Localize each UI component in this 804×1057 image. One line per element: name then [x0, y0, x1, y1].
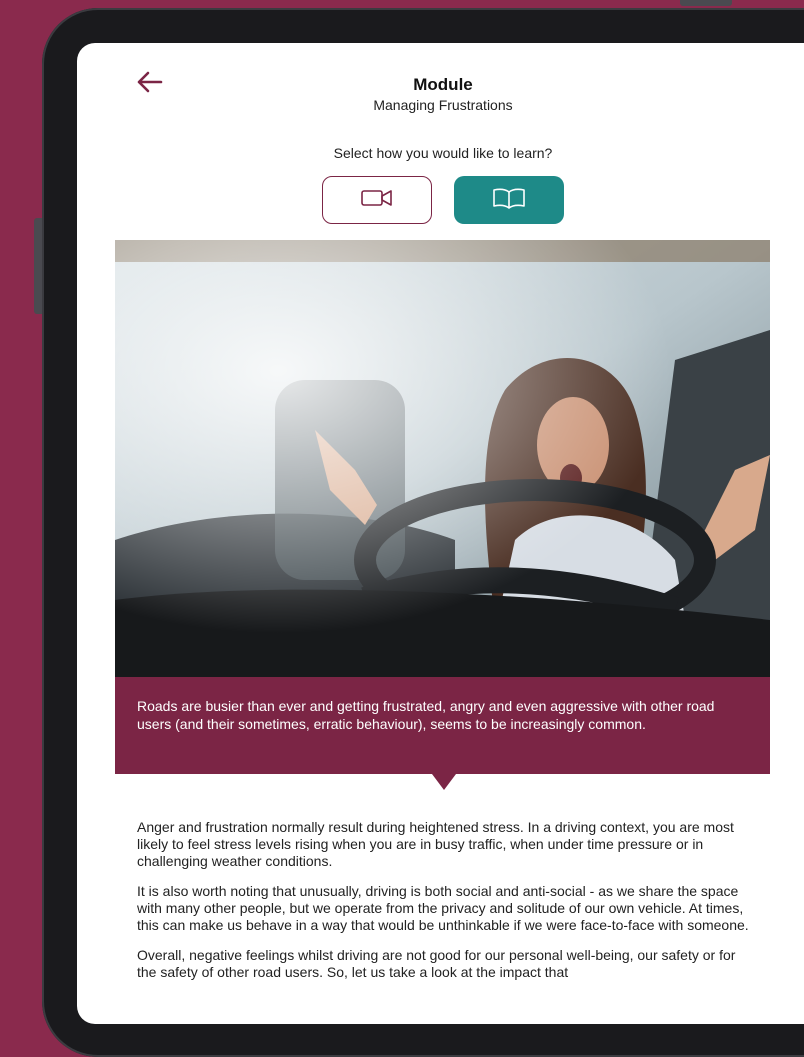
- caption-pointer: [432, 774, 456, 790]
- video-mode-button[interactable]: [322, 176, 432, 224]
- learn-mode-prompt: Select how you would like to learn?: [333, 145, 553, 161]
- video-camera-icon: [360, 188, 394, 213]
- tablet-side-button: [34, 218, 42, 314]
- page-title: Module: [413, 75, 473, 94]
- image-caption: Roads are busier than ever and getting f…: [115, 677, 770, 774]
- open-book-icon: [491, 187, 527, 214]
- module-name: Managing Frustrations: [373, 97, 513, 113]
- tablet-top-button: [680, 0, 732, 6]
- paragraph: Anger and frustration normally result du…: [137, 819, 734, 869]
- read-mode-button[interactable]: [454, 176, 564, 224]
- page-header: Module Managing Frustrations: [77, 75, 804, 113]
- module-body-text: Anger and frustration normally result du…: [137, 819, 757, 994]
- paragraph: Overall, negative feelings whilst drivin…: [137, 947, 736, 980]
- app-screen: Module Managing Frustrations Select how …: [77, 43, 804, 1024]
- paragraph: It is also worth noting that unusually, …: [137, 883, 749, 933]
- hero-image-angry-driver: [115, 240, 770, 677]
